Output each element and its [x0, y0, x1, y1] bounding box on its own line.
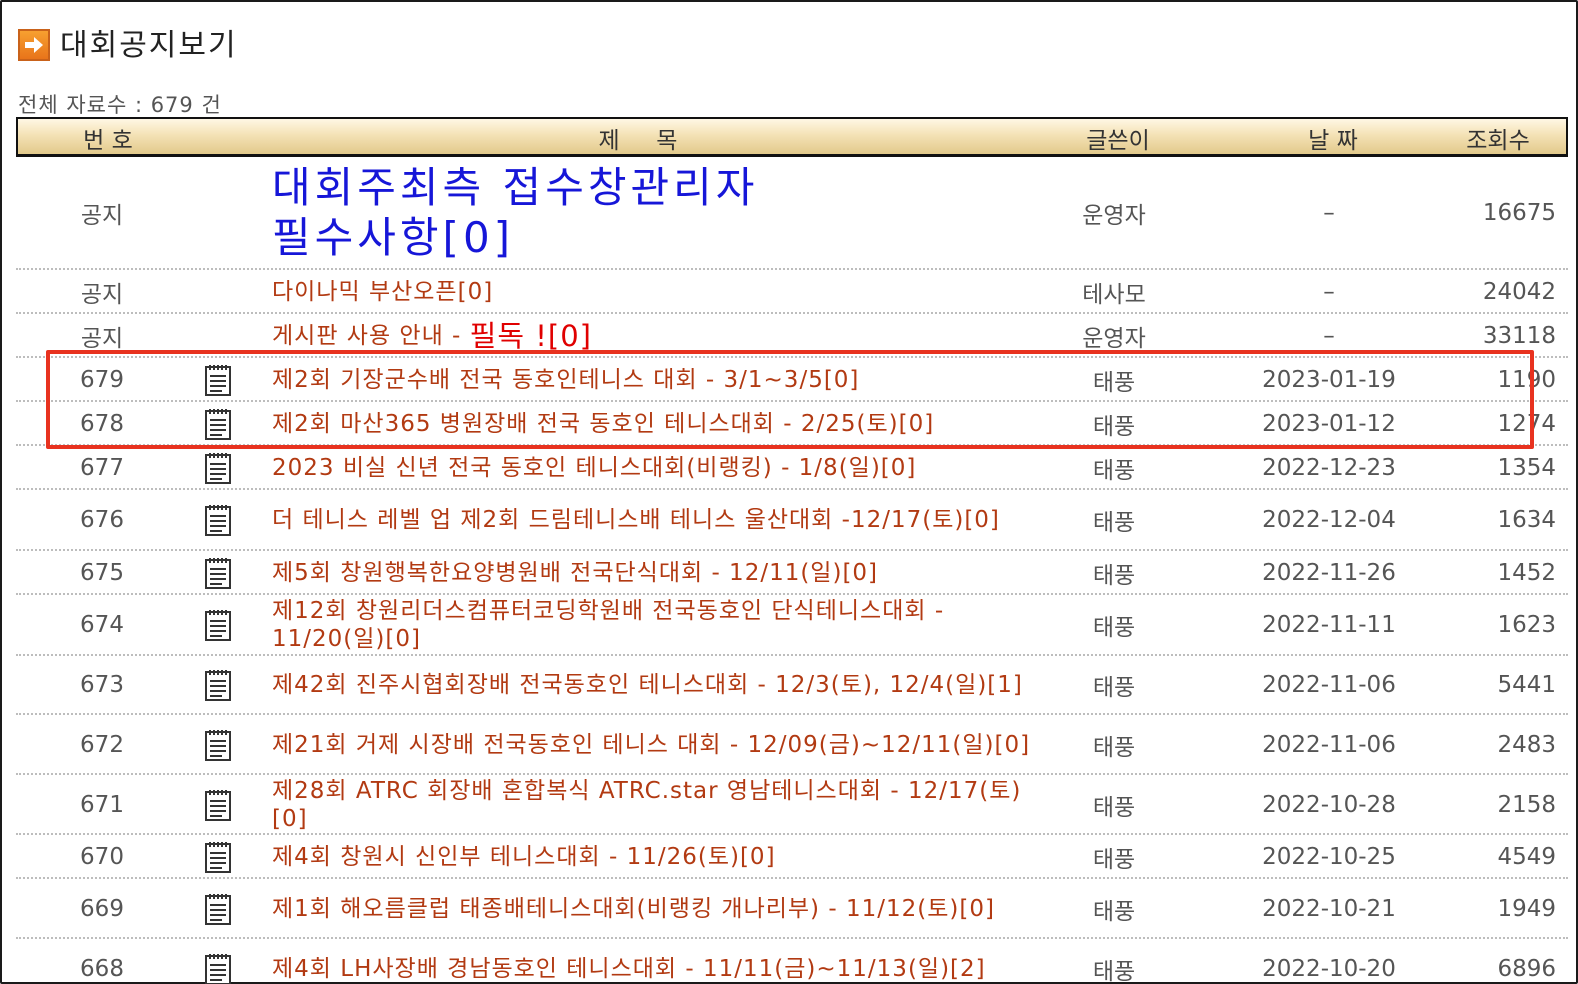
- notice-title-line1: 대회주최측 접수창관리자: [272, 163, 759, 212]
- writer: 태풍: [1092, 959, 1136, 984]
- page-header: 대회공지보기: [18, 20, 238, 64]
- views: 16675: [1482, 200, 1556, 226]
- views: 24042: [1482, 278, 1556, 305]
- writer: 태풍: [1092, 846, 1136, 873]
- document-icon: [204, 668, 232, 702]
- writer: 태풍: [1092, 510, 1136, 536]
- notice-title-link[interactable]: 대회주최측 접수창관리자 필수사항[0]: [272, 158, 1032, 268]
- post-number: 669: [80, 895, 124, 922]
- post-title-link[interactable]: 더 테니스 레벨 업 제2회 드림테니스배 테니스 울산대회 -12/17(토)…: [272, 491, 1032, 549]
- table-row[interactable]: 672 제21회 거제 시장배 전국동호인 테니스 대회 - 12/09(금)~1…: [16, 716, 1568, 775]
- date: 2022-11-11: [1262, 612, 1396, 638]
- arrow-right-icon: [18, 29, 50, 61]
- notice-row[interactable]: 공지 다이나믹 부산오픈[0] 테사모 – 24042: [16, 271, 1568, 314]
- table-row[interactable]: 668 제4회 LH사장배 경남동호인 테니스대회 - 11/11(금)~11/1…: [16, 940, 1568, 984]
- writer: 운영자: [1082, 203, 1146, 229]
- post-title-link[interactable]: 제12회 창원리더스컴퓨터코딩학원배 전국동호인 단식테니스대회 - 11/20…: [272, 596, 1032, 654]
- highlight-box: [46, 350, 1534, 449]
- table-header: 번 호 제 목 글쓴이 날 짜 조회수: [16, 117, 1568, 157]
- post-number: 675: [80, 559, 124, 586]
- date: 2022-12-04: [1262, 507, 1396, 533]
- post-title-link[interactable]: 제4회 창원시 신인부 테니스대회 - 11/26(토)[0]: [272, 836, 1032, 877]
- notice-title-link[interactable]: 다이나믹 부산오픈[0]: [272, 271, 1032, 312]
- date: 2022-10-25: [1262, 843, 1396, 870]
- writer: 태풍: [1092, 734, 1136, 761]
- writer: 태풍: [1092, 675, 1136, 701]
- post-title-link[interactable]: 제21회 거제 시장배 전국동호인 테니스 대회 - 12/09(금)~12/1…: [272, 716, 1032, 773]
- document-icon: [204, 608, 232, 642]
- post-number: 676: [80, 507, 124, 533]
- post-number: 673: [80, 672, 124, 698]
- table-row[interactable]: 676 더 테니스 레벨 업 제2회 드림테니스배 테니스 울산대회 -12/17…: [16, 491, 1568, 551]
- column-header-date: 날 짜: [1308, 128, 1358, 154]
- notice-title-emphasis: 필독 ![0]: [469, 318, 592, 353]
- date: 2022-10-21: [1262, 895, 1396, 922]
- notice-title-text: 게시판 사용 안내 -: [272, 322, 470, 349]
- post-number: 674: [80, 612, 124, 638]
- post-number: 672: [80, 731, 124, 758]
- table-row[interactable]: 677 2023 비실 신년 전국 동호인 테니스대회(비랭킹) - 1/8(일)…: [16, 447, 1568, 490]
- document-icon: [204, 728, 232, 762]
- writer: 태풍: [1092, 794, 1136, 821]
- date: 2022-11-06: [1262, 731, 1396, 758]
- document-icon: [204, 556, 232, 590]
- date: 2022-10-28: [1262, 791, 1396, 818]
- post-title-link[interactable]: 제28회 ATRC 회장배 혼합복식 ATRC.star 영남테니스대회 - 1…: [272, 776, 1032, 833]
- writer: 태풍: [1092, 457, 1136, 484]
- column-header-writer: 글쓴이: [1086, 128, 1150, 154]
- views: 1634: [1497, 507, 1556, 533]
- post-title-link[interactable]: 제1회 해오름클럽 태종배테니스대회(비랭킹 개나리부) - 11/12(토)[…: [272, 880, 1032, 937]
- document-icon: [204, 840, 232, 874]
- document-icon: [204, 952, 232, 984]
- date: 2022-10-20: [1262, 956, 1396, 982]
- writer: 태풍: [1092, 562, 1136, 589]
- page-title: 대회공지보기: [60, 28, 238, 63]
- writer: 태풍: [1092, 615, 1136, 641]
- date: 2022-12-23: [1262, 454, 1396, 481]
- notice-label: 공지: [80, 281, 124, 308]
- document-icon: [204, 788, 232, 822]
- views: 1354: [1497, 454, 1556, 481]
- post-number: 677: [80, 454, 124, 481]
- table-row[interactable]: 673 제42회 진주시협회장배 전국동호인 테니스대회 - 12/3(토), 1…: [16, 657, 1568, 715]
- total-count: 전체 자료수 : 679 건: [18, 93, 222, 117]
- views: 5441: [1497, 672, 1556, 698]
- post-title-link[interactable]: 2023 비실 신년 전국 동호인 테니스대회(비랭킹) - 1/8(일)[0]: [272, 447, 1032, 488]
- table-row[interactable]: 674 제12회 창원리더스컴퓨터코딩학원배 전국동호인 단식테니스대회 - 11…: [16, 596, 1568, 656]
- date: –: [1323, 278, 1335, 305]
- post-title-link[interactable]: 제5회 창원행복한요양병원배 전국단식대회 - 12/11(일)[0]: [272, 552, 1032, 593]
- views: 1949: [1497, 895, 1556, 922]
- column-header-views: 조회수: [1466, 128, 1530, 154]
- document-icon: [204, 503, 232, 537]
- post-title-link[interactable]: 제4회 LH사장배 경남동호인 테니스대회 - 11/11(금)~11/13(일…: [272, 940, 1032, 984]
- document-icon: [204, 451, 232, 485]
- views: 6896: [1497, 956, 1556, 982]
- post-number: 670: [80, 843, 124, 870]
- notice-title-line2: 필수사항[0]: [272, 213, 515, 262]
- document-icon: [204, 892, 232, 926]
- date: 2022-11-26: [1262, 559, 1396, 586]
- views: 1452: [1497, 559, 1556, 586]
- post-title-link[interactable]: 제42회 진주시협회장배 전국동호인 테니스대회 - 12/3(토), 12/4…: [272, 657, 1032, 713]
- column-header-title: 제 목: [598, 128, 678, 154]
- notice-label: 공지: [80, 203, 124, 229]
- views: 2483: [1497, 731, 1556, 758]
- views: 4549: [1497, 843, 1556, 870]
- date: 2022-11-06: [1262, 672, 1396, 698]
- views: 2158: [1497, 791, 1556, 818]
- notice-row[interactable]: 공지 대회주최측 접수창관리자 필수사항[0] 운영자 – 16675: [16, 158, 1568, 270]
- date: –: [1323, 200, 1335, 226]
- writer: 테사모: [1082, 281, 1146, 308]
- column-header-no: 번 호: [83, 128, 133, 154]
- post-number: 668: [80, 956, 124, 982]
- table-row[interactable]: 675 제5회 창원행복한요양병원배 전국단식대회 - 12/11(일)[0] 태풍…: [16, 552, 1568, 595]
- table-row[interactable]: 669 제1회 해오름클럽 태종배테니스대회(비랭킹 개나리부) - 11/12(…: [16, 880, 1568, 939]
- table-row[interactable]: 670 제4회 창원시 신인부 테니스대회 - 11/26(토)[0] 태풍 2022…: [16, 836, 1568, 879]
- post-number: 671: [80, 791, 124, 818]
- writer: 태풍: [1092, 898, 1136, 925]
- table-row[interactable]: 671 제28회 ATRC 회장배 혼합복식 ATRC.star 영남테니스대회 …: [16, 776, 1568, 835]
- views: 1623: [1497, 612, 1556, 638]
